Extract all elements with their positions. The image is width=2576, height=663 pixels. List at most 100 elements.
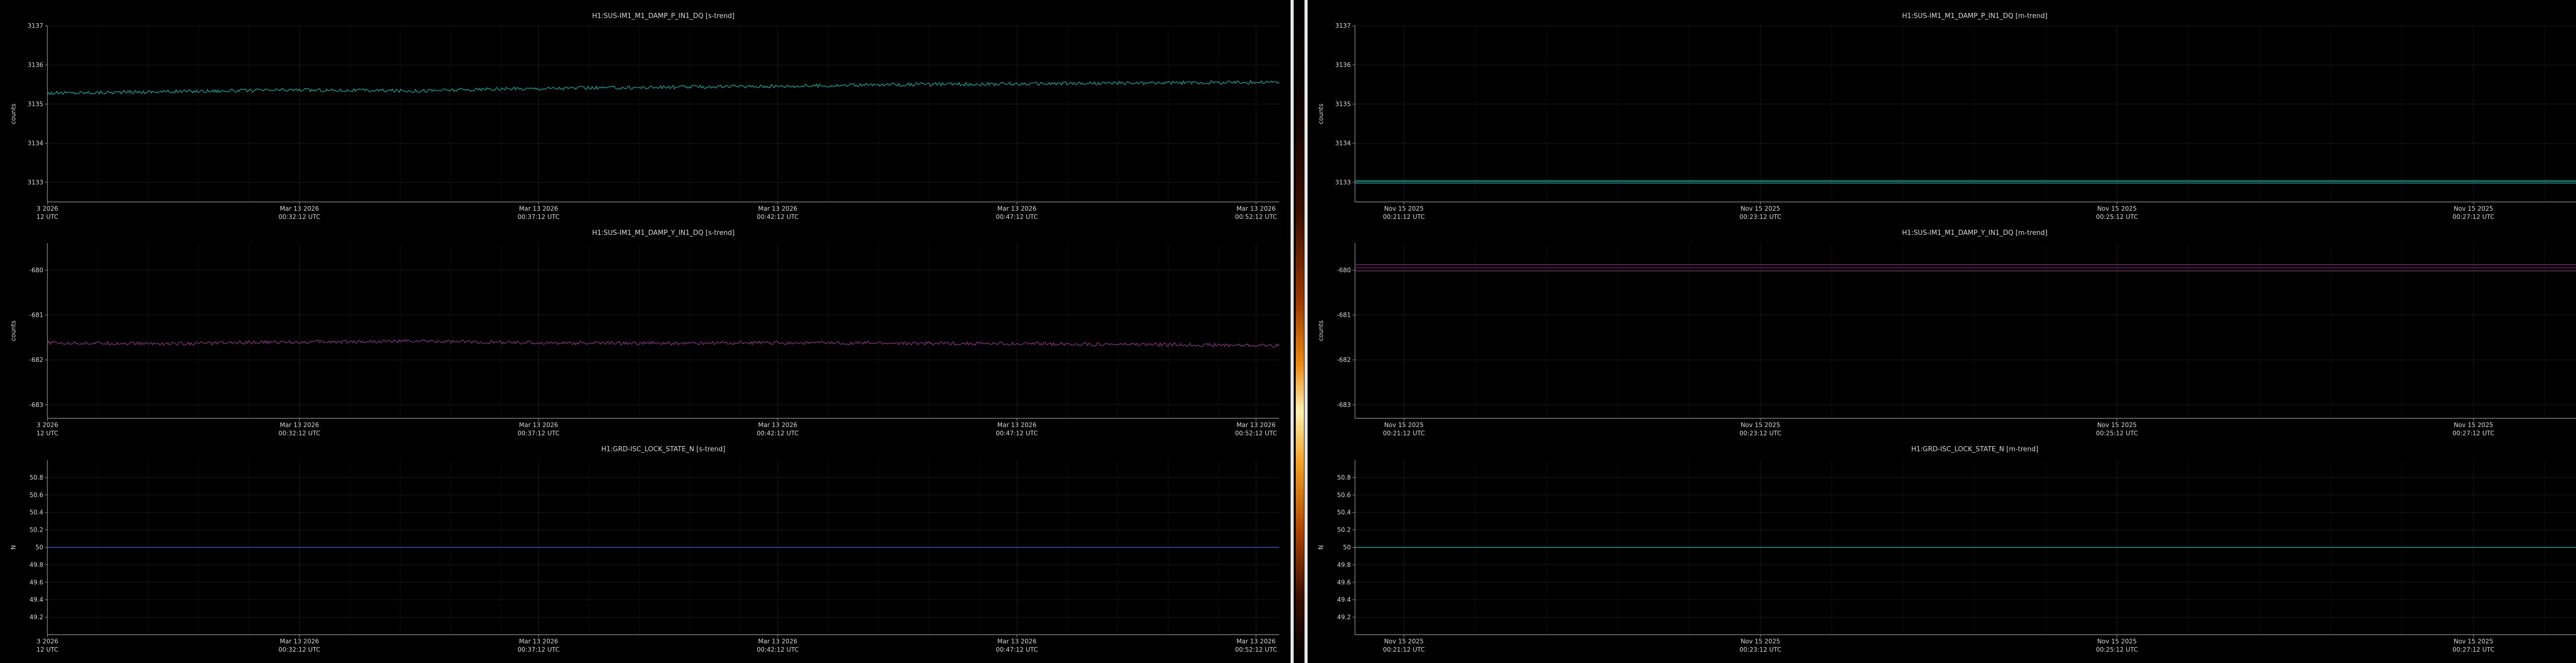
chart-title: H1:SUS-IM1_M1_DAMP_P_IN1_DQ [m-trend] — [1902, 12, 2047, 20]
x-tick-label-date: Nov 15 2025 — [2097, 205, 2137, 212]
y-tick-label: -680 — [29, 266, 43, 274]
y-tick-label: -680 — [1337, 266, 1351, 274]
x-tick-label-date: Nov 15 2025 — [1741, 205, 1781, 212]
chart-left-3: H1:GRD-ISC_LOCK_STATE_N [s-trend] 50.8 50.… — [10, 446, 1279, 653]
x-tick-label-date: Mar 13 2026 — [997, 205, 1037, 212]
y-tick-label: 3133 — [27, 179, 43, 186]
x-tick-label-date: Mar 13 2026 — [1236, 638, 1276, 645]
y-tick-label: -681 — [29, 311, 43, 318]
y-tick-label: 3135 — [1335, 100, 1351, 108]
chart-left-1: H1:SUS-IM1_M1_DAMP_P_IN1_DQ [s-trend] 313… — [10, 12, 1280, 220]
x-tick-label-date: Mar 13 2026 — [519, 638, 558, 645]
x-tick-label-date: Mar 13 2026 — [997, 421, 1037, 429]
x-tick-label-date: 3 2026 — [37, 638, 58, 645]
heat-strip — [1296, 0, 1304, 663]
right-trend-pane: H1:SUS-IM1_M1_DAMP_P_IN1_DQ [m-trend] 313… — [1308, 0, 2576, 663]
y-tick-label: -682 — [1337, 356, 1351, 364]
y-tick-label: 49.2 — [1337, 614, 1351, 621]
x-tick-label-time: 12 UTC — [37, 646, 59, 653]
x-tick-label-date: 3 2026 — [37, 421, 58, 429]
chart-title: H1:GRD-ISC_LOCK_STATE_N [m-trend] — [1911, 446, 2039, 453]
x-tick-label-date: Mar 13 2026 — [519, 421, 558, 429]
x-tick-label-time: 00:21:12 UTC — [1383, 646, 1425, 653]
x-tick-label-time: 12 UTC — [37, 430, 59, 437]
x-tick-label-time: 00:37:12 UTC — [518, 213, 560, 220]
x-tick-label-date: Nov 15 2025 — [2097, 638, 2137, 645]
x-tick-label-time: 00:25:12 UTC — [2096, 213, 2138, 220]
x-tick-label-time: 00:52:12 UTC — [1235, 646, 1277, 653]
y-axis-label: counts — [1317, 104, 1325, 124]
y-tick-label: 49.6 — [1337, 579, 1351, 586]
x-tick-label-date: Mar 13 2026 — [519, 205, 558, 212]
chart-right-2: H1:SUS-IM1_M1_DAMP_Y_IN1_DQ [m-trend] -68… — [1317, 229, 2576, 437]
x-tick-label-date: Mar 13 2026 — [997, 638, 1037, 645]
x-tick-label-date: Nov 15 2025 — [1384, 638, 1424, 645]
x-tick-label-time: 00:32:12 UTC — [278, 213, 320, 220]
x-tick-label-date: Nov 15 2025 — [2454, 638, 2494, 645]
divider-edge-left — [1291, 0, 1294, 663]
x-tick-label-date: Mar 13 2026 — [280, 421, 319, 429]
y-tick-label: 49.8 — [29, 561, 43, 568]
y-tick-label: -683 — [29, 401, 43, 409]
chart-title: H1:SUS-IM1_M1_DAMP_Y_IN1_DQ [s-trend] — [592, 229, 735, 237]
chart-title: H1:GRD-ISC_LOCK_STATE_N [s-trend] — [601, 446, 725, 453]
x-tick-label-date: Nov 15 2025 — [1384, 421, 1424, 429]
x-tick-label-time: 00:42:12 UTC — [757, 430, 799, 437]
x-tick-label-date: Nov 15 2025 — [2097, 421, 2137, 429]
pane-divider[interactable] — [1291, 0, 1308, 663]
y-tick-label: 49.6 — [29, 579, 43, 586]
y-axis-label: counts — [10, 320, 17, 341]
x-tick-label-time: 00:42:12 UTC — [757, 213, 799, 220]
chart-right-3: H1:GRD-ISC_LOCK_STATE_N [m-trend] 50.8 50.… — [1317, 446, 2576, 653]
x-tick-label-time: 00:52:12 UTC — [1235, 430, 1277, 437]
series-line-band — [47, 338, 1280, 348]
y-tick-label: 3136 — [1335, 61, 1351, 69]
x-tick-label-time: 00:27:12 UTC — [2452, 213, 2495, 220]
y-tick-label: 50.4 — [29, 509, 43, 516]
y-tick-label: 3137 — [1335, 22, 1351, 29]
x-tick-label-time: 00:47:12 UTC — [996, 213, 1038, 220]
chart-title: H1:SUS-IM1_M1_DAMP_Y_IN1_DQ [m-trend] — [1902, 229, 2047, 237]
x-tick-label-time: 00:37:12 UTC — [518, 430, 560, 437]
left-chart-stack: H1:SUS-IM1_M1_DAMP_P_IN1_DQ [s-trend] 313… — [10, 12, 1280, 653]
y-tick-label: 50 — [36, 544, 43, 551]
y-tick-label: 3135 — [27, 100, 43, 108]
y-axis-label: N — [1317, 545, 1325, 550]
x-tick-label-time: 00:47:12 UTC — [996, 430, 1038, 437]
y-tick-label: 49.4 — [1337, 596, 1351, 603]
y-tick-label: 3133 — [1335, 179, 1351, 186]
x-tick-label-date: Nov 15 2025 — [1741, 421, 1781, 429]
y-tick-label: 50.6 — [29, 491, 43, 499]
y-tick-label: 3137 — [27, 22, 43, 29]
x-tick-label-time: 12 UTC — [37, 213, 59, 220]
left-trend-pane: H1:SUS-IM1_M1_DAMP_P_IN1_DQ [s-trend] 313… — [0, 0, 1291, 663]
chart-right-1: H1:SUS-IM1_M1_DAMP_P_IN1_DQ [m-trend] 313… — [1317, 12, 2576, 220]
x-tick-label-time: 00:21:12 UTC — [1383, 430, 1425, 437]
y-tick-label: -682 — [29, 356, 43, 364]
x-tick-label-time: 00:52:12 UTC — [1235, 213, 1277, 220]
y-tick-label: 49.8 — [1337, 561, 1351, 568]
right-chart-stack: H1:SUS-IM1_M1_DAMP_P_IN1_DQ [m-trend] 313… — [1317, 12, 2576, 653]
x-tick-label-time: 00:47:12 UTC — [996, 646, 1038, 653]
x-tick-label-time: 00:32:12 UTC — [278, 646, 320, 653]
x-tick-label-time: 00:37:12 UTC — [518, 646, 560, 653]
x-tick-label-time: 00:27:12 UTC — [2452, 646, 2495, 653]
y-tick-label: 3136 — [27, 61, 43, 69]
x-tick-label-date: Mar 13 2026 — [1236, 205, 1276, 212]
y-tick-label: 49.2 — [29, 614, 43, 621]
series-line-band — [47, 79, 1280, 95]
x-tick-label-time: 00:25:12 UTC — [2096, 430, 2138, 437]
x-tick-label-time: 00:32:12 UTC — [278, 430, 320, 437]
x-tick-label-date: Mar 13 2026 — [280, 638, 319, 645]
x-tick-label-time: 00:23:12 UTC — [1739, 213, 1782, 220]
x-tick-label-time: 00:21:12 UTC — [1383, 213, 1425, 220]
x-tick-label-time: 00:25:12 UTC — [2096, 646, 2138, 653]
x-tick-label-date: Mar 13 2026 — [758, 638, 798, 645]
x-tick-label-date: Mar 13 2026 — [280, 205, 319, 212]
y-tick-label: -683 — [1337, 401, 1351, 409]
x-tick-label-date: Nov 15 2025 — [1741, 638, 1781, 645]
x-tick-label-date: Nov 15 2025 — [1384, 205, 1424, 212]
x-tick-label-time: 00:42:12 UTC — [757, 646, 799, 653]
chart-left-2: H1:SUS-IM1_M1_DAMP_Y_IN1_DQ [s-trend] -68… — [10, 229, 1280, 437]
chart-title: H1:SUS-IM1_M1_DAMP_P_IN1_DQ [s-trend] — [592, 12, 734, 20]
